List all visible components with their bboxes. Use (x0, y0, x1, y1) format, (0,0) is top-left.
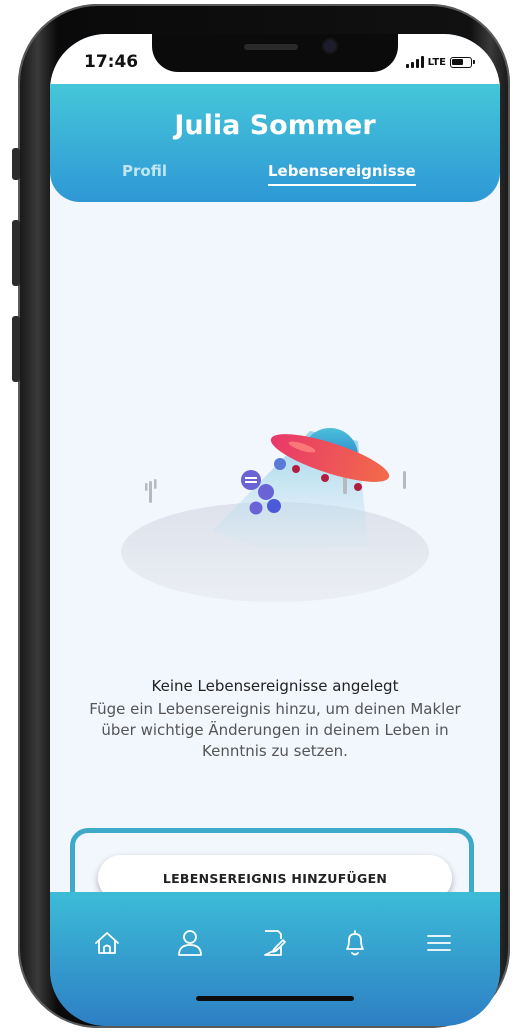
empty-state-description: Füge ein Lebensereignis hinzu, um deinen… (89, 700, 461, 760)
profile-header: Julia Sommer Profil Lebensereignisse (50, 84, 500, 202)
documents-icon[interactable] (258, 928, 288, 958)
front-camera (324, 40, 336, 52)
empty-state-title: Keine Lebensereignisse angelegt (151, 677, 399, 695)
tab-profil[interactable]: Profil (122, 162, 167, 180)
notch (152, 34, 398, 72)
menu-icon[interactable] (424, 928, 454, 958)
cactus-left-icon (145, 479, 157, 503)
bottom-tab-bar (50, 892, 500, 1026)
phone-screen: 17:46 LTE Julia Sommer Profil Lebenserei… (50, 34, 500, 1026)
volume-up-button (12, 220, 20, 286)
home-icon[interactable] (92, 928, 122, 958)
volume-down-button (12, 316, 20, 382)
heart-icon (274, 458, 286, 470)
status-indicators: LTE (405, 56, 475, 68)
battery-icon (450, 56, 475, 68)
user-name: Julia Sommer (174, 110, 376, 141)
ring-icon (267, 499, 281, 513)
notifications-icon[interactable] (340, 928, 370, 958)
house-icon (258, 484, 274, 500)
tab-lebensereignisse[interactable]: Lebensereignisse (268, 162, 416, 186)
car-icon (249, 501, 263, 515)
mute-switch (12, 148, 20, 180)
main-content: Julia Sommer Profil Lebensereignisse Kei… (50, 84, 500, 924)
home-indicator (196, 996, 354, 1001)
status-time: 17:46 (84, 52, 139, 72)
profile-icon[interactable] (175, 928, 205, 958)
ufo-illustration (121, 427, 429, 602)
document-icon (241, 470, 261, 490)
signal-icon (405, 56, 424, 68)
speaker-grill (244, 44, 298, 50)
network-type: LTE (427, 56, 446, 68)
